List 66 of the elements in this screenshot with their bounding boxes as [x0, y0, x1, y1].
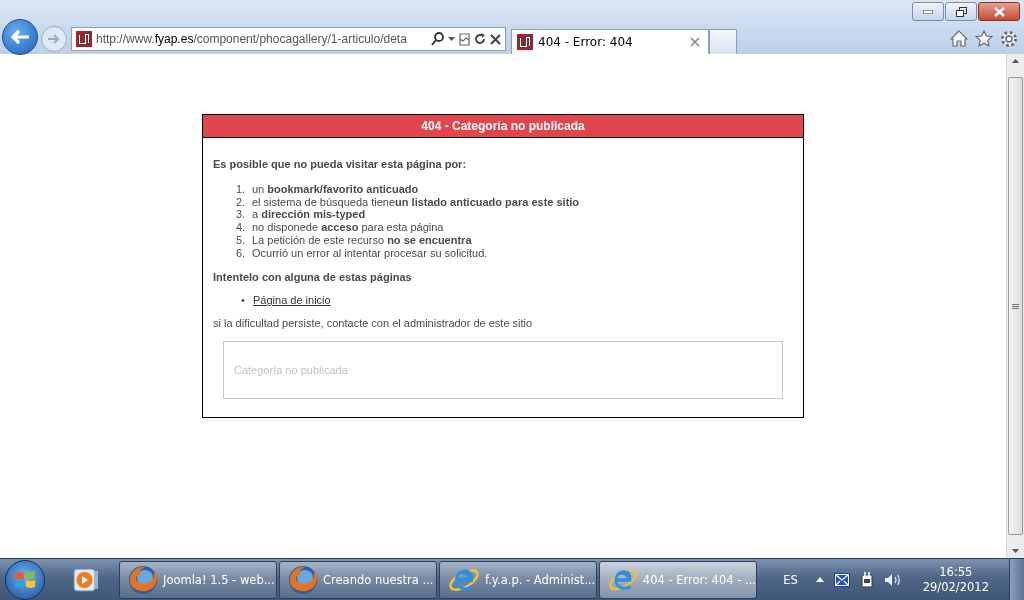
back-button[interactable]	[2, 19, 38, 55]
power-plug-icon[interactable]	[859, 571, 874, 588]
close-icon[interactable]	[690, 37, 700, 47]
taskbar-button[interactable]: Joomla! 1.5 - web...	[119, 560, 277, 599]
home-icon[interactable]	[950, 30, 968, 47]
error-heading: 404 - Categoría no publicada	[203, 115, 803, 138]
home-page-link[interactable]: Página de inicio	[253, 294, 331, 307]
list-number: 4.	[236, 221, 247, 234]
taskbar-button[interactable]: Creando nuestra ...	[279, 560, 437, 599]
four-pane-flag-icon	[14, 569, 36, 590]
down-arrow-icon[interactable]	[1012, 549, 1019, 553]
scrollbar[interactable]	[1006, 54, 1024, 558]
media-player-icon[interactable]	[73, 567, 99, 592]
list-number: 5.	[236, 233, 247, 247]
envelope-icon[interactable]	[833, 572, 850, 587]
clock-time[interactable]: 16:55	[939, 564, 973, 580]
globe-fox-icon	[128, 564, 158, 595]
list-number: 3.	[236, 208, 247, 222]
close-icon	[993, 6, 1005, 17]
start-button[interactable]	[5, 559, 45, 600]
taskbar-label[interactable]: Joomla! 1.5 - web...	[163, 572, 275, 587]
left-arrow-icon	[10, 29, 30, 45]
settings-icon[interactable]	[1000, 30, 1018, 48]
restore-icon	[955, 6, 967, 17]
reason-text: no disponede acceso para esta página	[252, 221, 444, 234]
reason-text: un bookmark/favorito anticuado	[252, 183, 419, 196]
right-arrow-icon	[47, 33, 61, 45]
caret-icon[interactable]	[448, 37, 455, 41]
browser-tab[interactable]: 404 - Error: 404	[511, 29, 709, 54]
address-bar[interactable]: http://www.fyap.es/component/phocagallery/1-articulo/deta	[71, 27, 506, 51]
star-icon[interactable]	[975, 30, 993, 47]
up-triangle-icon[interactable]	[815, 577, 824, 582]
intro-text: Es posible que no pueda visitar esta página por:	[213, 158, 468, 170]
reason-text: el sistema de búsqueda tieneun listado anticuado para este sitio	[252, 195, 580, 209]
reason-text: Ocurrió un error al intentar procesar su solicitud.	[252, 246, 488, 260]
minimize-icon	[923, 9, 933, 14]
broken-page-icon[interactable]	[459, 32, 470, 46]
message-text: Categoría no publicada	[234, 364, 348, 377]
show-desktop-button[interactable]	[1009, 559, 1024, 600]
clock-date[interactable]: 29/02/2012	[922, 579, 989, 595]
site-logo-icon	[517, 34, 533, 50]
suggestion-heading: Intentelo con alguna de estas páginas	[213, 271, 413, 284]
close-window-button[interactable]	[978, 2, 1020, 21]
refresh-icon[interactable]	[474, 33, 486, 45]
site-logo-icon	[76, 31, 92, 47]
restore-button[interactable]	[945, 2, 977, 21]
stop-icon[interactable]	[490, 33, 501, 45]
url-text[interactable]: http://www.fyap.es/component/phocagallery/1-articulo/deta	[96, 32, 427, 46]
search-icon[interactable]	[431, 32, 444, 46]
taskbar-button[interactable]: f.y.a.p. - Administ...	[439, 560, 597, 599]
grip-icon	[1012, 303, 1019, 309]
tab-title[interactable]: 404 - Error: 404	[538, 35, 685, 49]
globe-fox-icon	[288, 564, 318, 595]
up-arrow-icon[interactable]	[1012, 59, 1019, 63]
reason-text: a dirección mis-typed	[252, 208, 366, 222]
taskbar-label[interactable]: Creando nuestra ...	[323, 572, 434, 587]
bullet: •	[241, 294, 246, 307]
taskbar-label[interactable]: f.y.a.p. - Administ...	[485, 572, 596, 587]
language-indicator[interactable]: ES	[783, 572, 798, 587]
reason-text: La petición de este recurso no se encuentra	[252, 233, 472, 247]
scrollbar-thumb[interactable]	[1008, 77, 1023, 535]
speaker-icon[interactable]	[883, 572, 901, 587]
list-number: 1.	[236, 183, 247, 196]
list-number: 6.	[236, 246, 247, 260]
contact-text: si la dificultad persiste, contacte con el administrador de este sitio	[213, 317, 534, 330]
list-number: 2.	[236, 195, 247, 209]
